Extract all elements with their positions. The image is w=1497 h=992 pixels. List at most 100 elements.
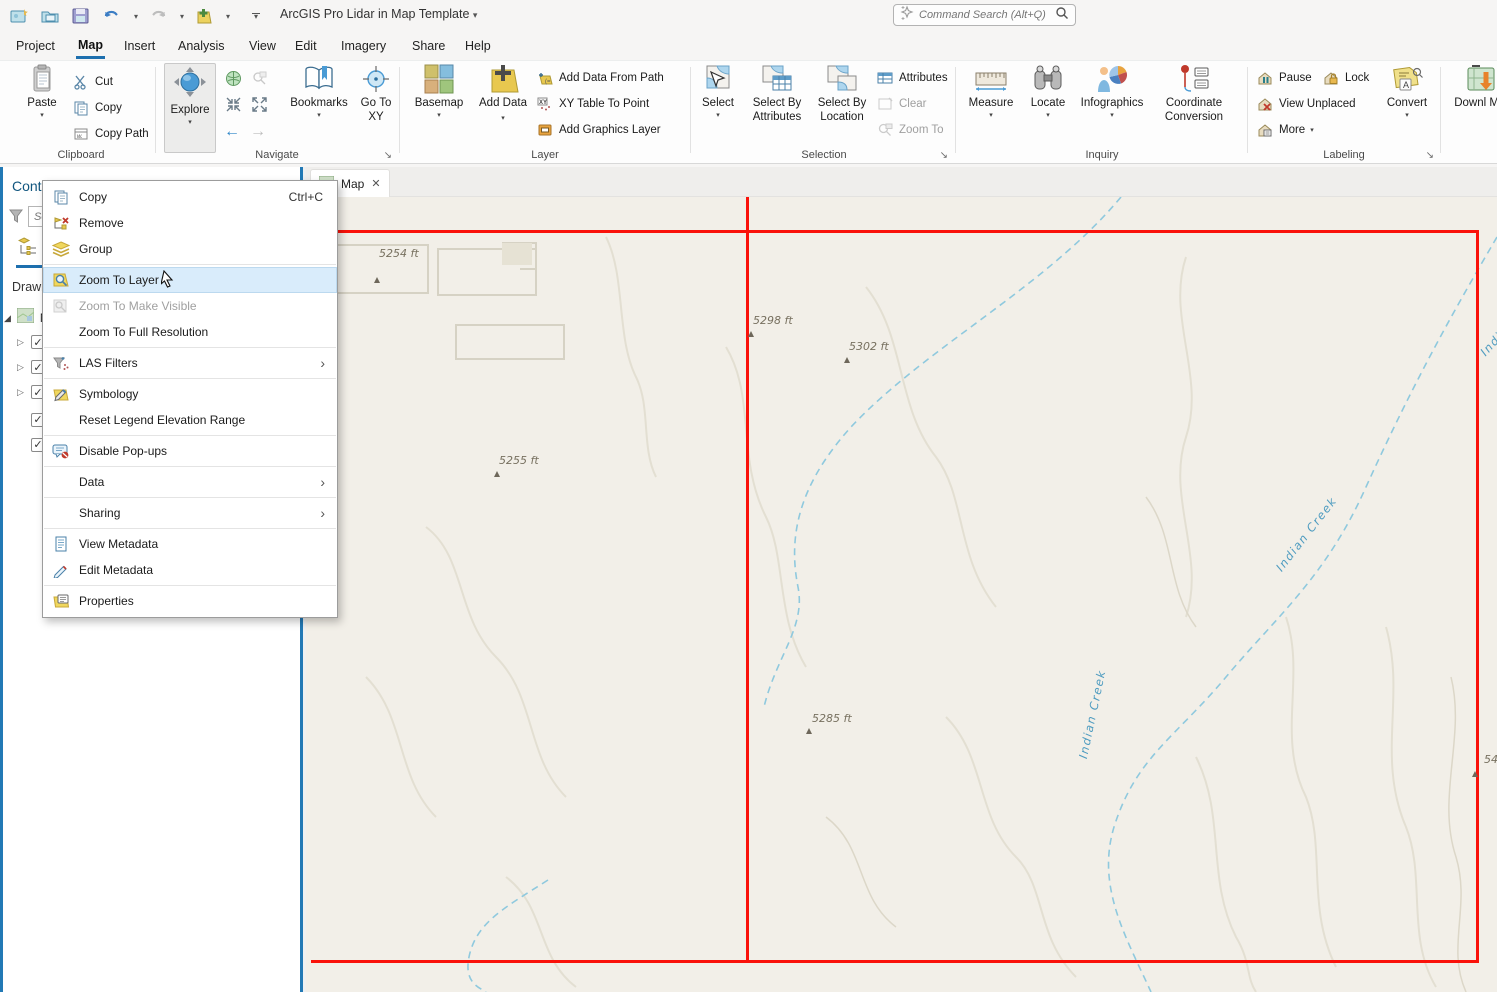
zoom-to-selection-ribbon-button[interactable]: Zoom To — [876, 119, 944, 141]
tab-map[interactable]: Map — [76, 33, 105, 59]
expander-expanded-icon[interactable]: ◢ — [4, 313, 11, 324]
select-by-attributes-button[interactable]: Select By Attributes — [746, 63, 808, 125]
attributes-button[interactable]: Attributes — [876, 67, 948, 89]
fixed-zoom-in-button[interactable] — [224, 93, 242, 115]
download-map-button[interactable]: Downl Map — [1454, 63, 1497, 111]
open-project-icon[interactable] — [39, 4, 61, 28]
tab-analysis[interactable]: Analysis — [176, 33, 227, 59]
layer-row[interactable]: ▷ ✓ — [17, 335, 45, 349]
copy-path-button[interactable]: w. Copy Path — [72, 123, 149, 145]
menu-item-group[interactable]: Group — [43, 236, 337, 262]
go-to-xy-button[interactable]: Go To XY — [356, 63, 396, 125]
menu-item-edit-metadata[interactable]: Edit Metadata — [43, 557, 337, 583]
navigate-dialog-launcher-icon[interactable]: ↘ — [384, 151, 392, 161]
locate-button[interactable]: Locate ▾ — [1024, 63, 1072, 119]
measure-dropdown-icon[interactable]: ▾ — [989, 112, 993, 119]
convert-labels-button[interactable]: A Convert ▾ — [1382, 63, 1432, 119]
add-graphics-layer-button[interactable]: Add Graphics Layer — [536, 119, 661, 141]
spot-elevation-label: 54 — [1484, 753, 1497, 766]
expander-collapsed-icon[interactable]: ▷ — [17, 362, 24, 373]
add-data-button[interactable]: Add Data ▾ — [476, 63, 530, 125]
labeling-dialog-launcher-icon[interactable]: ↘ — [1426, 151, 1434, 161]
expander-collapsed-icon[interactable]: ▷ — [17, 337, 24, 348]
group-clipboard: Paste ▾ Cut Copy w. Copy Path Clipboard — [8, 61, 154, 164]
locate-dropdown-icon[interactable]: ▾ — [1046, 112, 1050, 119]
magnifier-icon[interactable] — [1055, 6, 1069, 25]
expander-collapsed-icon[interactable]: ▷ — [17, 387, 24, 398]
add-item-dropdown-icon[interactable]: ▾ — [226, 12, 230, 21]
lock-labels-button[interactable]: Lock — [1322, 67, 1369, 89]
full-extent-button[interactable] — [224, 67, 242, 89]
add-data-from-path-button[interactable]: (= Add Data From Path — [536, 67, 664, 89]
menu-item-symbology[interactable]: Symbology — [43, 381, 337, 407]
new-project-icon[interactable] — [8, 4, 30, 28]
menu-item-view-metadata[interactable]: View Metadata — [43, 531, 337, 557]
menu-item-zoom-to-full-resolution[interactable]: Zoom To Full Resolution — [43, 319, 337, 345]
explore-button[interactable]: Explore ▾ — [164, 63, 216, 153]
group-offline: Downl Map — [1450, 61, 1497, 164]
fixed-zoom-out-button[interactable] — [250, 93, 268, 115]
spot-elevation-label: 5298 ft — [753, 314, 793, 327]
menu-item-disable-popups[interactable]: Disable Pop-ups — [43, 438, 337, 464]
layer-row[interactable]: ▷ ✓ — [17, 385, 45, 399]
basemap-button[interactable]: Basemap ▾ — [410, 63, 468, 119]
tab-share[interactable]: Share — [410, 33, 447, 59]
layer-row[interactable]: ▷ ✓ — [17, 360, 45, 374]
explore-dropdown-icon[interactable]: ▾ — [188, 119, 192, 126]
infographics-dropdown-icon[interactable]: ▾ — [1110, 112, 1114, 119]
paste-dropdown-icon[interactable]: ▾ — [40, 112, 44, 119]
xy-table-to-point-button[interactable]: XY XY Table To Point — [536, 93, 649, 115]
save-project-icon[interactable] — [70, 4, 92, 28]
previous-extent-button[interactable]: ← — [224, 121, 240, 143]
clear-button[interactable]: Clear — [876, 93, 926, 115]
selection-dialog-launcher-icon[interactable]: ↘ — [940, 151, 948, 161]
filter-icon[interactable] — [9, 208, 24, 229]
menu-item-zoom-to-layer[interactable]: Zoom To Layer — [43, 267, 337, 293]
tab-imagery[interactable]: Imagery — [339, 33, 388, 59]
redo-dropdown-icon[interactable]: ▾ — [180, 12, 184, 21]
cut-button[interactable]: Cut — [72, 71, 113, 93]
pause-labeling-button[interactable]: Pause — [1256, 67, 1312, 89]
next-extent-button[interactable]: → — [250, 121, 266, 143]
tab-insert[interactable]: Insert — [122, 33, 157, 59]
view-unplaced-button[interactable]: View Unplaced — [1256, 93, 1356, 115]
menu-item-reset-legend-elevation-range[interactable]: Reset Legend Elevation Range — [43, 407, 337, 433]
undo-dropdown-icon[interactable]: ▾ — [134, 12, 138, 21]
list-by-drawing-order-icon[interactable] — [18, 235, 40, 262]
zoom-to-selection-button[interactable] — [250, 67, 268, 89]
tab-project[interactable]: Project — [14, 33, 57, 59]
undo-icon[interactable] — [101, 4, 123, 28]
customize-quick-access-icon[interactable]: ▾ — [245, 4, 267, 28]
copy-button[interactable]: Copy — [72, 97, 122, 119]
infographics-button[interactable]: Infographics ▾ — [1076, 63, 1148, 119]
menu-item-sharing[interactable]: Sharing › — [43, 500, 337, 526]
tab-edit[interactable]: Edit — [293, 33, 319, 59]
menu-item-properties[interactable]: Properties — [43, 588, 337, 614]
menu-item-remove[interactable]: Remove — [43, 210, 337, 236]
zoom-to-icon — [876, 121, 894, 139]
paste-button[interactable]: Paste ▾ — [18, 63, 66, 119]
map-canvas[interactable]: 5254 ft 5298 ft 5302 ft 5255 ft 5285 ft … — [306, 197, 1497, 992]
select-by-location-button[interactable]: Select By Location — [812, 63, 872, 125]
select-button[interactable]: Select ▾ — [694, 63, 742, 119]
menu-item-data[interactable]: Data › — [43, 469, 337, 495]
coordinate-conversion-button[interactable]: Coordinate Conversion — [1154, 63, 1234, 125]
redo-icon[interactable] — [147, 4, 169, 28]
map-tab-close-icon[interactable]: ✕ — [371, 177, 380, 190]
menu-item-las-filters[interactable]: LAS Filters › — [43, 350, 337, 376]
select-dropdown-icon[interactable]: ▾ — [716, 112, 720, 119]
basemap-dropdown-icon[interactable]: ▾ — [437, 112, 441, 119]
bookmarks-dropdown-icon[interactable]: ▾ — [317, 112, 321, 119]
tab-help[interactable]: Help — [463, 33, 493, 59]
tab-view[interactable]: View — [247, 33, 278, 59]
more-labeling-button[interactable]: More▾ — [1256, 119, 1314, 141]
command-search-input[interactable] — [919, 9, 1050, 21]
submenu-arrow-icon: › — [320, 356, 325, 370]
convert-dropdown-icon[interactable]: ▾ — [1405, 112, 1409, 119]
add-item-icon[interactable] — [193, 4, 215, 28]
command-search[interactable] — [893, 4, 1076, 26]
measure-button[interactable]: Measure ▾ — [962, 63, 1020, 119]
menu-item-copy[interactable]: Copy Ctrl+C — [43, 184, 337, 210]
bookmarks-button[interactable]: Bookmarks ▾ — [286, 63, 352, 119]
add-data-dropdown-icon[interactable]: ▾ — [501, 115, 505, 122]
